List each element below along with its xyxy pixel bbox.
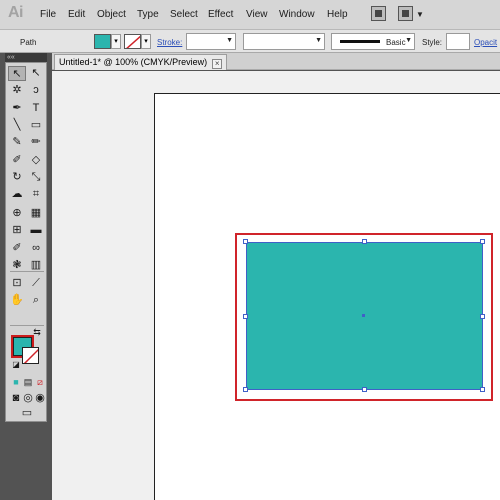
- scale-tool[interactable]: ⤡: [27, 170, 45, 185]
- resize-handle[interactable]: [243, 387, 248, 392]
- fill-dropdown[interactable]: ▾: [111, 34, 121, 49]
- bridge-icon[interactable]: [371, 6, 386, 21]
- pencil-tool[interactable]: ✏: [27, 135, 45, 150]
- resize-handle[interactable]: [480, 387, 485, 392]
- rectangle-tool[interactable]: ▭: [27, 118, 45, 133]
- brush-stroke-preview: [340, 40, 380, 43]
- brush-name: Basic: [386, 38, 406, 47]
- swap-fill-stroke-icon[interactable]: ⇆: [28, 325, 46, 340]
- line-segment-tool[interactable]: ╲: [8, 118, 26, 133]
- no-stroke-icon: [126, 35, 140, 48]
- resize-handle[interactable]: [480, 239, 485, 244]
- draw-inside-icon[interactable]: ◉: [31, 391, 49, 406]
- no-stroke-icon: [23, 348, 38, 363]
- warp-tool[interactable]: ☁: [8, 187, 26, 202]
- type-tool[interactable]: T: [27, 101, 45, 116]
- menu-file[interactable]: File: [40, 9, 56, 20]
- direct-selection-tool[interactable]: ↖: [27, 66, 45, 81]
- menu-object[interactable]: Object: [97, 9, 126, 20]
- menu-help[interactable]: Help: [327, 9, 348, 20]
- collapse-panel-icon[interactable]: ««: [5, 53, 47, 62]
- tools-panel: «« ⇆ ◪ ■ ▤ ⧄ ◙ ◎ ◉ ▭ ↖ ↖ ✲ ↄ ✒ T ╲ ▭ ✎ ✏ ✐ ◇ ↻ ⤡ ☁ ⌗ ⊕ ▦ ⊞…: [0, 53, 52, 500]
- lasso-tool[interactable]: ↄ: [27, 83, 45, 98]
- symbol-sprayer-tool[interactable]: ❃: [8, 258, 26, 273]
- hand-tool[interactable]: ✋: [8, 293, 26, 308]
- opacity-label[interactable]: Opacit: [474, 38, 497, 47]
- arrange-documents-icon[interactable]: [398, 6, 413, 21]
- resize-handle[interactable]: [243, 314, 248, 319]
- resize-handle[interactable]: [243, 239, 248, 244]
- center-point: [362, 314, 365, 317]
- free-transform-tool[interactable]: ⌗: [27, 187, 45, 202]
- selection-tool[interactable]: ↖: [8, 66, 26, 81]
- zoom-tool[interactable]: ⌕: [27, 293, 45, 308]
- blend-tool[interactable]: ∞: [27, 241, 45, 256]
- mesh-tool[interactable]: ⊞: [8, 223, 26, 238]
- menu-bar: Ai File Edit Object Type Select Effect V…: [0, 0, 500, 30]
- eraser-tool[interactable]: ◇: [27, 153, 45, 168]
- menu-select[interactable]: Select: [170, 9, 198, 20]
- stroke-weight-field[interactable]: ▼: [186, 33, 236, 50]
- menu-window[interactable]: Window: [279, 9, 315, 20]
- gradient-tool[interactable]: ▬: [27, 223, 45, 238]
- document-tab-title: Untitled-1* @ 100% (CMYK/Preview): [59, 57, 208, 67]
- menu-view[interactable]: View: [246, 9, 268, 20]
- menu-type[interactable]: Type: [137, 9, 159, 20]
- none-mode-icon[interactable]: ⧄: [31, 375, 49, 390]
- chevron-down-icon[interactable]: ▼: [416, 10, 424, 19]
- perspective-grid-tool[interactable]: ▦: [27, 206, 45, 221]
- resize-handle[interactable]: [362, 387, 367, 392]
- stroke-label[interactable]: Stroke:: [157, 38, 182, 47]
- menu-edit[interactable]: Edit: [68, 9, 85, 20]
- screen-mode-icon[interactable]: ▭: [17, 406, 37, 421]
- graphic-style-swatch[interactable]: [446, 33, 470, 50]
- blob-brush-tool[interactable]: ✐: [8, 153, 26, 168]
- paintbrush-tool[interactable]: ✎: [8, 135, 26, 150]
- resize-handle[interactable]: [480, 314, 485, 319]
- stroke-swatch[interactable]: [124, 34, 141, 49]
- resize-handle[interactable]: [362, 239, 367, 244]
- default-fill-stroke-icon[interactable]: ◪: [7, 357, 25, 372]
- style-label: Style:: [422, 38, 443, 47]
- stroke-dropdown[interactable]: ▾: [141, 34, 151, 49]
- tools-grid: ⇆ ◪ ■ ▤ ⧄ ◙ ◎ ◉ ▭ ↖ ↖ ✲ ↄ ✒ T ╲ ▭ ✎ ✏ ✐ ◇ ↻ ⤡ ☁ ⌗ ⊕ ▦ ⊞ ▬ ✐ ∞…: [5, 62, 47, 422]
- artboard-tool[interactable]: ⊡: [8, 276, 26, 291]
- document-tab-strip: Untitled-1* @ 100% (CMYK/Preview) ×: [52, 53, 500, 70]
- control-bar: Path ▾ ▾ Stroke: ▼ ▼ ▼ Basic Style: Opac…: [0, 30, 500, 53]
- variable-width-profile[interactable]: ▼: [243, 33, 325, 50]
- pen-tool[interactable]: ✒: [8, 101, 26, 116]
- magic-wand-tool[interactable]: ✲: [8, 83, 26, 98]
- fill-swatch[interactable]: [94, 34, 111, 49]
- shape-builder-tool[interactable]: ⊕: [8, 206, 26, 221]
- rotate-tool[interactable]: ↻: [8, 170, 26, 185]
- menu-effect[interactable]: Effect: [208, 9, 233, 20]
- app-logo: Ai: [8, 4, 24, 21]
- eyedropper-tool[interactable]: ✐: [8, 241, 26, 256]
- close-icon[interactable]: ×: [212, 59, 223, 69]
- document-tab[interactable]: Untitled-1* @ 100% (CMYK/Preview) ×: [54, 54, 228, 70]
- selection-type-label: Path: [20, 38, 37, 47]
- slice-tool[interactable]: ⟋: [27, 276, 45, 291]
- column-graph-tool[interactable]: ▥: [27, 258, 45, 273]
